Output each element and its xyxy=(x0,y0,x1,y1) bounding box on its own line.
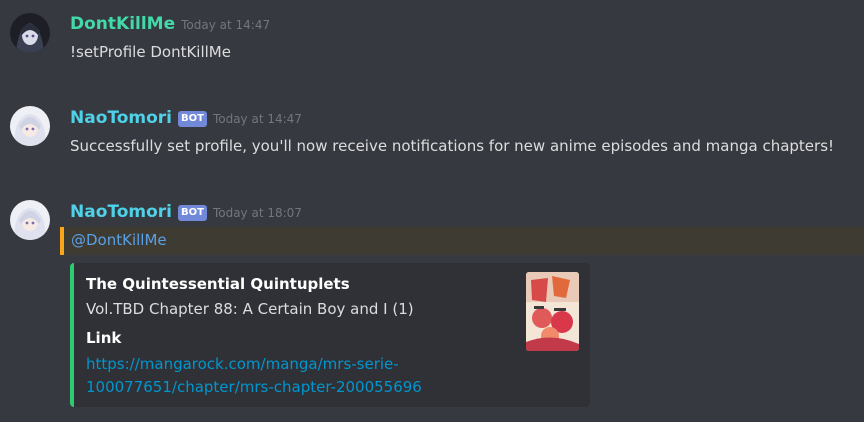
message-header: DontKillMe Today at 14:47 xyxy=(70,14,270,34)
embed-field-name: Link xyxy=(86,329,122,347)
user-mention[interactable]: @DontKillMe xyxy=(71,231,167,249)
timestamp: Today at 18:07 xyxy=(212,206,302,220)
username[interactable]: DontKillMe xyxy=(70,14,175,34)
white-hair-anime-avatar-icon[interactable] xyxy=(10,200,50,240)
username[interactable]: NaoTomori xyxy=(70,202,172,222)
bot-tag: BOT xyxy=(178,205,207,221)
embed-link-line-1[interactable]: https://mangarock.com/manga/mrs-serie- xyxy=(86,353,466,376)
embed-link-line-2[interactable]: 100077651/chapter/mrs-chapter-200055696 xyxy=(86,376,466,399)
message-header: NaoTomori BOT Today at 14:47 xyxy=(70,108,302,128)
message-content: !setProfile DontKillMe xyxy=(70,43,231,61)
manga-cover-thumbnail[interactable] xyxy=(526,272,579,351)
message-header: NaoTomori BOT Today at 18:07 xyxy=(70,202,302,222)
timestamp: Today at 14:47 xyxy=(181,18,271,32)
dark-anime-avatar-icon[interactable] xyxy=(10,13,50,53)
white-hair-anime-avatar-icon[interactable] xyxy=(10,106,50,146)
timestamp: Today at 14:47 xyxy=(212,112,302,126)
username[interactable]: NaoTomori xyxy=(70,108,172,128)
embed-description: Vol.TBD Chapter 88: A Certain Boy and I … xyxy=(86,300,414,318)
embed-link[interactable]: https://mangarock.com/manga/mrs-serie- 1… xyxy=(86,353,466,399)
message-content: Successfully set profile, you'll now rec… xyxy=(70,137,835,155)
mention-highlight: @DontKillMe xyxy=(60,227,864,255)
bot-tag: BOT xyxy=(178,111,207,127)
embed: The Quintessential Quintuplets Vol.TBD C… xyxy=(70,263,590,407)
embed-title: The Quintessential Quintuplets xyxy=(86,275,350,293)
